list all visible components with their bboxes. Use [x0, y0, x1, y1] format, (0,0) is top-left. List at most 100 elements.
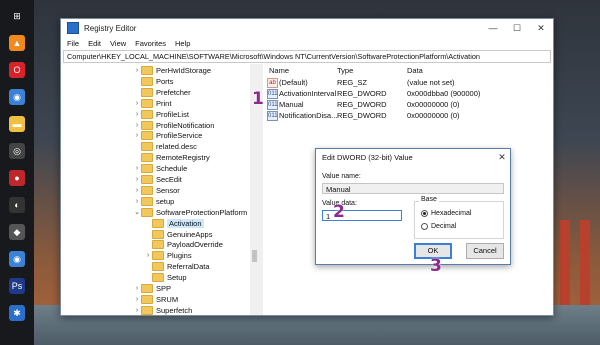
- window-title: Registry Editor: [84, 23, 137, 33]
- tree-item[interactable]: Ports: [133, 76, 174, 87]
- tree-item[interactable]: › SRUM: [133, 294, 178, 305]
- tree-item[interactable]: › ProfileService: [133, 130, 202, 141]
- tree-item[interactable]: › Print: [133, 98, 171, 109]
- value-row[interactable]: ab (Default) REG_SZ (value not set): [263, 77, 553, 88]
- chevron-icon[interactable]: ›: [133, 67, 141, 74]
- column-data-header[interactable]: Data: [407, 66, 423, 75]
- folder-icon: [152, 229, 164, 239]
- chevron-icon[interactable]: ›: [133, 132, 141, 139]
- tree-item[interactable]: ⌄ SoftwareProtectionPlatform: [133, 207, 247, 218]
- menu-favorites[interactable]: Favorites: [135, 39, 166, 48]
- file-explorer-icon[interactable]: ▬: [9, 116, 25, 132]
- tree-item[interactable]: › ProfileList: [133, 109, 189, 120]
- folder-icon: [152, 240, 164, 250]
- windows-start-icon[interactable]: ⊞: [9, 8, 25, 24]
- chrome-icon[interactable]: ◉: [9, 89, 25, 105]
- tree-item[interactable]: › Superfetch: [133, 305, 192, 315]
- chevron-icon[interactable]: ›: [133, 100, 141, 107]
- chevron-icon[interactable]: ›: [133, 111, 141, 118]
- tree-item-label: ProfileNotification: [156, 120, 215, 130]
- dword-value-icon: 011: [267, 89, 278, 99]
- folder-icon: [141, 142, 153, 152]
- photoshop-icon[interactable]: Ps: [9, 278, 25, 294]
- value-name: NotificationDisa...: [279, 111, 338, 120]
- chevron-icon[interactable]: ›: [144, 252, 152, 259]
- tree-item[interactable]: Prefetcher: [133, 87, 191, 98]
- registry-icon[interactable]: ✱: [9, 305, 25, 321]
- value-name-field: Manual: [322, 183, 504, 194]
- tree-item-label: RemoteRegistry: [156, 153, 210, 163]
- chevron-icon[interactable]: ›: [133, 285, 141, 292]
- app-dark-icon[interactable]: ◐: [9, 197, 25, 213]
- step-marker-3: 3: [430, 256, 442, 276]
- chevron-icon[interactable]: ⌄: [133, 208, 141, 216]
- tree-item[interactable]: › Sensor: [133, 185, 180, 196]
- tree-item[interactable]: › Schedule: [133, 163, 187, 174]
- tree-item-label: SecEdit: [156, 175, 182, 184]
- tree-item[interactable]: Activation: [144, 218, 204, 229]
- chevron-icon[interactable]: ›: [133, 296, 141, 303]
- chevron-icon[interactable]: ›: [133, 176, 141, 183]
- address-bar[interactable]: Computer\HKEY_LOCAL_MACHINE\SOFTWARE\Mic…: [63, 50, 551, 63]
- tree-item[interactable]: Setup: [144, 272, 187, 283]
- decimal-radio[interactable]: Decimal: [421, 223, 456, 230]
- value-data: (value not set): [407, 78, 455, 87]
- vlc-icon[interactable]: ▲: [9, 35, 25, 51]
- chevron-icon[interactable]: ›: [133, 165, 141, 172]
- opera-icon[interactable]: O: [9, 62, 25, 78]
- menu-file[interactable]: File: [67, 39, 79, 48]
- folder-icon: [141, 185, 153, 195]
- tree-item[interactable]: › PerHwIdStorage: [133, 65, 211, 76]
- taskbar: ⊞ ▲ O ◉ ▬ ◎ ● ◐ ◆ ◉ Ps ✱: [0, 0, 34, 345]
- tree-item[interactable]: › Plugins: [144, 250, 192, 261]
- value-type: REG_DWORD: [337, 111, 387, 120]
- maximize-button[interactable]: ☐: [505, 19, 529, 37]
- app-red-icon[interactable]: ●: [9, 170, 25, 186]
- tree-item[interactable]: ReferralData: [144, 261, 210, 272]
- close-button[interactable]: ✕: [529, 19, 553, 37]
- tag-icon[interactable]: ◆: [9, 224, 25, 240]
- folder-icon: [141, 87, 153, 97]
- menu-edit[interactable]: Edit: [88, 39, 101, 48]
- chrome-icon-2[interactable]: ◉: [9, 251, 25, 267]
- tree-item-label: Superfetch: [156, 305, 193, 315]
- tree-item[interactable]: › SecEdit: [133, 174, 182, 185]
- scrollbar-thumb[interactable]: [252, 250, 257, 262]
- menu-view[interactable]: View: [110, 39, 126, 48]
- value-row[interactable]: 011 NotificationDisa... REG_DWORD 0x0000000…: [263, 110, 553, 121]
- tree-item-label: Plugins: [167, 251, 192, 261]
- folder-icon: [141, 207, 153, 217]
- tree-item[interactable]: › ProfileNotification: [133, 120, 214, 131]
- app-ring-icon[interactable]: ◎: [9, 143, 25, 159]
- tree-item-label: related.desc: [156, 142, 197, 152]
- column-name-header[interactable]: Name: [269, 66, 289, 75]
- tree-item-label: ReferralData: [167, 262, 210, 272]
- tree-item[interactable]: › setup: [133, 196, 174, 207]
- tree-item[interactable]: related.desc: [133, 141, 197, 152]
- chevron-icon[interactable]: ›: [133, 122, 141, 129]
- folder-icon: [141, 175, 153, 184]
- chevron-icon[interactable]: ›: [133, 198, 141, 205]
- column-type-header[interactable]: Type: [337, 66, 353, 75]
- folder-icon: [141, 109, 153, 119]
- menu-help[interactable]: Help: [175, 39, 190, 48]
- tree-item[interactable]: GenuineApps: [144, 229, 212, 240]
- value-row[interactable]: 011 Manual REG_DWORD 0x00000000 (0): [263, 99, 553, 110]
- tree-item[interactable]: PayloadOverride: [144, 239, 223, 250]
- tree-item[interactable]: RemoteRegistry: [133, 152, 210, 163]
- tree-item-label: Setup: [167, 273, 187, 283]
- value-name: ActivationInterval: [279, 89, 337, 98]
- value-row[interactable]: 011 ActivationInterval REG_DWORD 0x000dbba0…: [263, 88, 553, 99]
- folder-icon: [141, 196, 153, 206]
- hexadecimal-radio[interactable]: Hexadecimal: [421, 210, 471, 217]
- tree-item[interactable]: › SPP: [133, 283, 171, 294]
- folder-icon: [152, 262, 164, 272]
- chevron-icon[interactable]: ›: [133, 307, 141, 314]
- registry-app-icon: [67, 22, 79, 34]
- chevron-icon[interactable]: ›: [133, 187, 141, 194]
- dialog-close-icon[interactable]: ✕: [494, 152, 510, 163]
- base-label: Base: [419, 196, 439, 203]
- cancel-button[interactable]: Cancel: [466, 243, 504, 259]
- tree-item-label: setup: [156, 196, 175, 206]
- minimize-button[interactable]: —: [481, 19, 505, 37]
